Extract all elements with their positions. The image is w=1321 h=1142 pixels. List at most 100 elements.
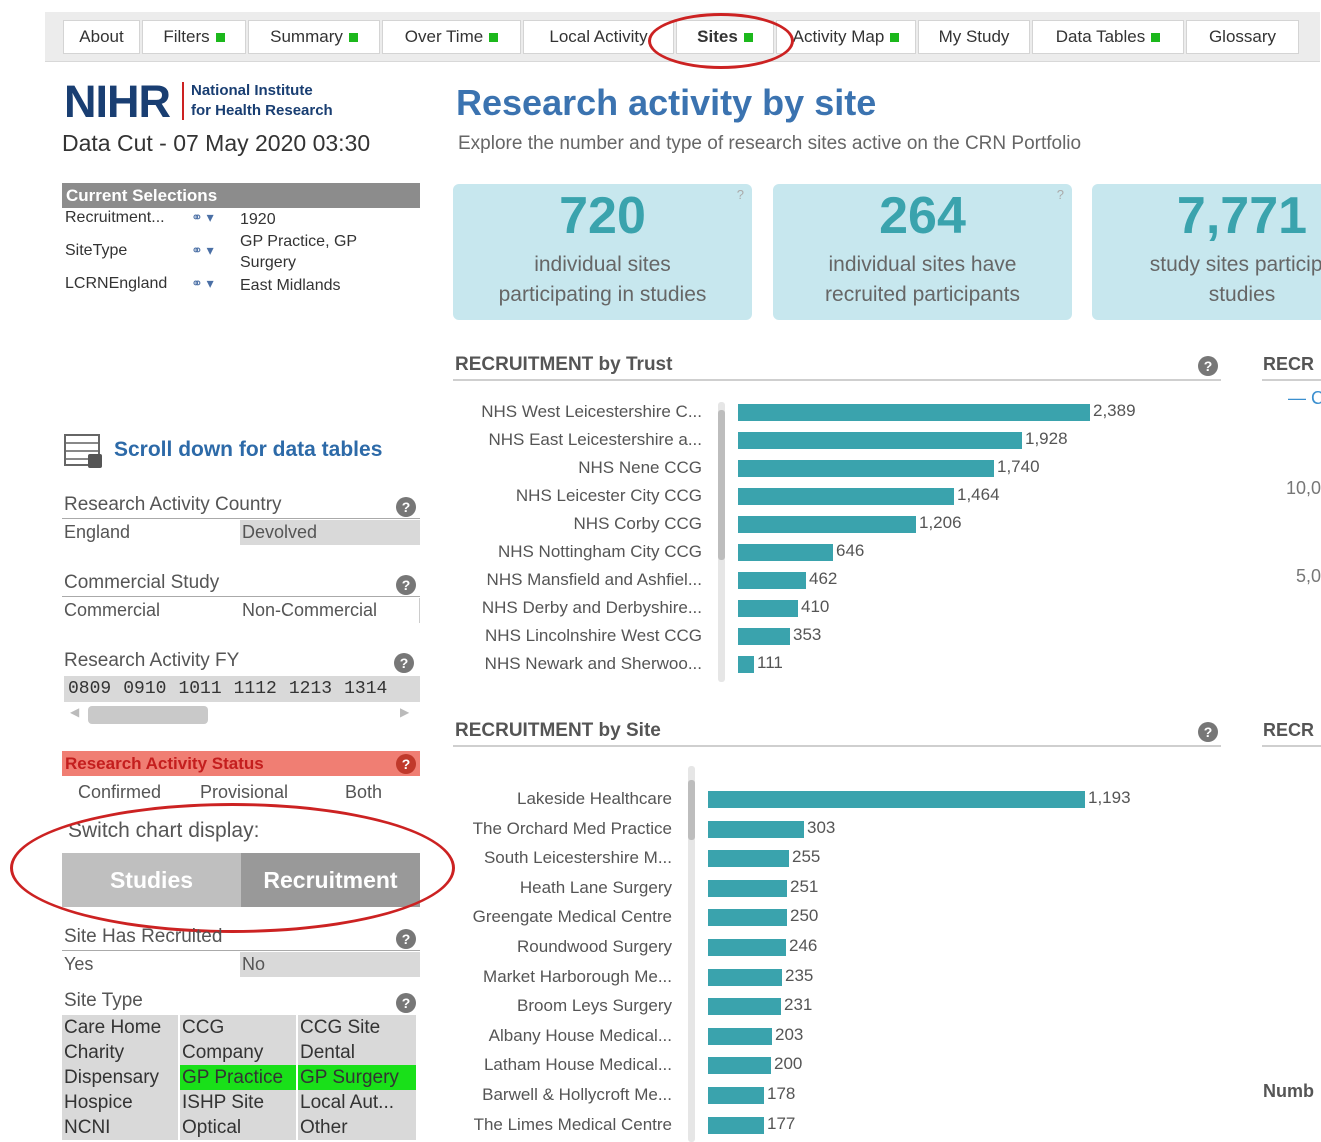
bar[interactable] bbox=[708, 1087, 764, 1104]
selection-row-lcrn[interactable]: LCRNEngland ⚭ ▾ East Midlands bbox=[65, 275, 420, 297]
option-no[interactable]: No bbox=[240, 952, 420, 977]
option-devolved[interactable]: Devolved bbox=[240, 520, 420, 545]
option-yes[interactable]: Yes bbox=[62, 952, 238, 977]
site-type-option[interactable]: Hospice bbox=[62, 1090, 178, 1115]
bar[interactable] bbox=[738, 656, 754, 673]
bar[interactable] bbox=[708, 1027, 772, 1045]
option-fy[interactable]: 1011 bbox=[178, 676, 221, 702]
tab-my-study[interactable]: My Study bbox=[918, 20, 1030, 54]
bar[interactable] bbox=[708, 1116, 764, 1134]
tab-label: Over Time bbox=[404, 27, 484, 46]
option-england[interactable]: England bbox=[62, 520, 238, 545]
bar[interactable] bbox=[738, 404, 1090, 421]
search-dropdown-icon[interactable]: ⚭ ▾ bbox=[191, 209, 214, 226]
help-icon[interactable]: ? bbox=[396, 993, 416, 1013]
option-both[interactable]: Both bbox=[343, 780, 382, 805]
site-type-option[interactable]: Dental bbox=[298, 1040, 416, 1065]
help-icon[interactable]: ? bbox=[396, 929, 416, 949]
option-fy[interactable]: 0910 bbox=[123, 676, 166, 702]
scroll-down-hint[interactable]: Scroll down for data tables bbox=[64, 434, 383, 468]
trust-chart-scrollbar[interactable] bbox=[718, 402, 725, 682]
tab-summary[interactable]: Summary bbox=[248, 20, 380, 54]
option-confirmed[interactable]: Confirmed bbox=[76, 780, 161, 805]
site-type-option[interactable]: Charity bbox=[62, 1040, 178, 1065]
filter-divider bbox=[62, 518, 420, 519]
site-type-option[interactable]: CCG bbox=[180, 1015, 296, 1040]
site-type-option[interactable]: Local Aut... bbox=[298, 1090, 416, 1115]
bar[interactable] bbox=[738, 488, 954, 505]
logo-line-1: National Institute bbox=[191, 82, 313, 99]
site-type-option[interactable]: GP Surgery bbox=[298, 1065, 416, 1090]
bar-category-label: The Orchard Med Practice bbox=[472, 818, 672, 838]
cropped-section-title: RECR bbox=[1263, 720, 1315, 740]
bar[interactable] bbox=[738, 544, 833, 561]
tab-sites[interactable]: Sites bbox=[676, 20, 774, 54]
scrollbar-thumb[interactable] bbox=[718, 410, 725, 560]
search-dropdown-icon[interactable]: ⚭ ▾ bbox=[191, 275, 214, 292]
bar[interactable] bbox=[738, 432, 1022, 449]
tab-activity-map[interactable]: Activity Map bbox=[776, 20, 916, 54]
bar-category-label: The Limes Medical Centre bbox=[473, 1114, 672, 1134]
help-icon[interactable]: ? bbox=[1057, 187, 1064, 202]
site-type-option[interactable]: Dispensary bbox=[62, 1065, 178, 1090]
site-type-option[interactable]: ISHP Site bbox=[180, 1090, 296, 1115]
scroll-hint-text: Scroll down for data tables bbox=[114, 438, 383, 461]
bar-category-label: NHS Lincolnshire West CCG bbox=[485, 626, 702, 645]
tab-filters[interactable]: Filters bbox=[142, 20, 246, 54]
recruitment-button[interactable]: Recruitment bbox=[241, 853, 420, 907]
help-icon[interactable]: ? bbox=[1198, 356, 1218, 376]
bar[interactable] bbox=[738, 572, 806, 589]
site-type-option[interactable]: Other bbox=[298, 1115, 416, 1140]
help-icon[interactable]: ? bbox=[396, 497, 416, 517]
scrollbar-thumb[interactable] bbox=[88, 706, 208, 724]
bar[interactable] bbox=[738, 600, 798, 617]
help-icon[interactable]: ? bbox=[1198, 722, 1218, 742]
scroll-right-arrow-icon[interactable]: ▶ bbox=[400, 705, 409, 719]
option-provisional[interactable]: Provisional bbox=[198, 780, 288, 805]
scrollbar-thumb[interactable] bbox=[688, 780, 695, 840]
bar[interactable] bbox=[738, 628, 790, 645]
option-fy[interactable]: 1112 bbox=[234, 676, 277, 702]
selection-name: Recruitment... bbox=[65, 209, 165, 226]
bar[interactable] bbox=[708, 939, 786, 956]
scroll-left-arrow-icon[interactable]: ◀ bbox=[70, 705, 79, 719]
site-type-option[interactable]: Optical bbox=[180, 1115, 296, 1140]
help-icon[interactable]: ? bbox=[394, 653, 414, 673]
bar-value-label: 1,740 bbox=[997, 457, 1040, 476]
bar[interactable] bbox=[708, 1057, 771, 1075]
bar[interactable] bbox=[738, 460, 994, 477]
help-icon[interactable]: ? bbox=[396, 754, 416, 774]
tab-about[interactable]: About bbox=[63, 20, 140, 54]
selection-row-sitetype[interactable]: SiteType ⚭ ▾ GP Practice, GP Surgery bbox=[65, 231, 420, 275]
bar[interactable] bbox=[708, 909, 787, 927]
search-dropdown-icon[interactable]: ⚭ ▾ bbox=[191, 242, 214, 259]
option-fy[interactable]: 1213 bbox=[289, 676, 332, 702]
help-icon[interactable]: ? bbox=[737, 187, 744, 202]
bar[interactable] bbox=[708, 879, 787, 897]
bar[interactable] bbox=[708, 998, 781, 1016]
site-type-option[interactable]: Care Home bbox=[62, 1015, 178, 1040]
option-non-commercial[interactable]: Non-Commercial bbox=[240, 598, 420, 623]
studies-button[interactable]: Studies bbox=[62, 853, 241, 907]
kpi-value: 264 bbox=[879, 187, 966, 245]
bar[interactable] bbox=[708, 791, 1085, 808]
site-chart-scrollbar[interactable] bbox=[688, 766, 695, 1142]
bar[interactable] bbox=[708, 850, 789, 868]
bar[interactable] bbox=[708, 820, 804, 838]
help-icon[interactable]: ? bbox=[396, 575, 416, 595]
option-fy[interactable]: 0809 bbox=[68, 676, 111, 702]
tab-data-tables[interactable]: Data Tables bbox=[1032, 20, 1184, 54]
bar[interactable] bbox=[738, 516, 916, 533]
tab-local-activity[interactable]: Local Activity bbox=[523, 20, 674, 54]
site-type-option[interactable]: CCG Site bbox=[298, 1015, 416, 1040]
option-commercial[interactable]: Commercial bbox=[62, 598, 238, 623]
site-type-option[interactable]: NCNI bbox=[62, 1115, 178, 1140]
option-fy[interactable]: 1314 bbox=[344, 676, 387, 702]
selection-row-recruitment[interactable]: Recruitment... ⚭ ▾ 1920 bbox=[65, 209, 420, 231]
tab-over-time[interactable]: Over Time bbox=[382, 20, 521, 54]
tab-glossary[interactable]: Glossary bbox=[1186, 20, 1299, 54]
site-type-option[interactable]: Company bbox=[180, 1040, 296, 1065]
site-type-option[interactable]: GP Practice bbox=[180, 1065, 296, 1090]
bar[interactable] bbox=[708, 968, 782, 986]
fy-horizontal-scrollbar[interactable]: ◀ ▶ bbox=[64, 704, 420, 726]
